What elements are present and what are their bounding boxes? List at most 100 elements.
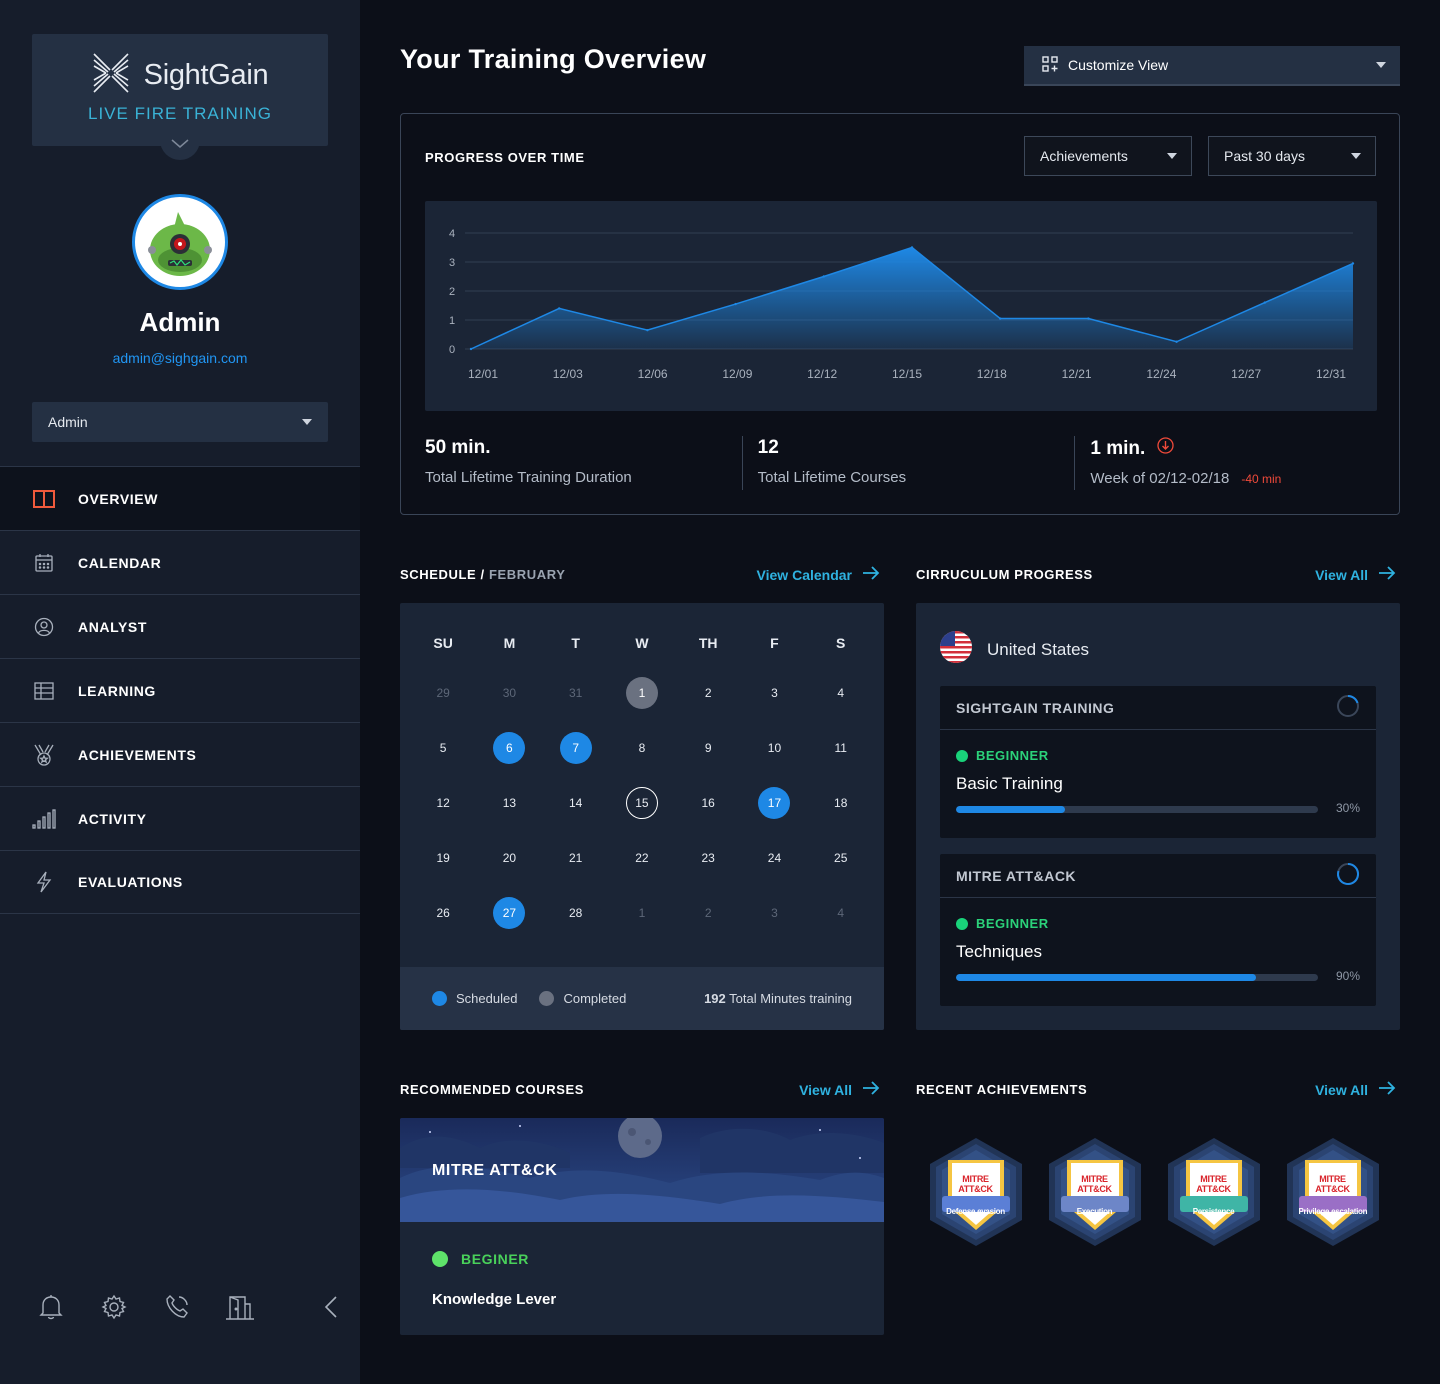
bell-icon[interactable] xyxy=(36,1292,66,1322)
calendar-day[interactable]: 3 xyxy=(758,897,790,929)
arrow-right-icon xyxy=(1378,1081,1396,1098)
stat-week: 1 min. Week of 02/12-02/18 -40 min xyxy=(1066,434,1399,492)
x-tick-label: 12/06 xyxy=(638,367,668,381)
calendar-day[interactable]: 9 xyxy=(692,732,724,764)
achievement-badge[interactable]: MITRE ATT&CK Persistence xyxy=(1154,1136,1273,1256)
track-sightgain-training[interactable]: SIGHTGAIN TRAINING BEGINNER Basic Traini… xyxy=(940,686,1376,838)
calendar-day[interactable]: 12 xyxy=(427,787,459,819)
x-tick-label: 12/09 xyxy=(722,367,752,381)
schedule-heading: SCHEDULE / FEBRUARY xyxy=(400,567,566,582)
calendar-icon xyxy=(32,551,56,575)
achievement-badge[interactable]: MITRE ATT&CK Defense evasion xyxy=(916,1136,1035,1256)
data-point[interactable] xyxy=(999,317,1002,320)
calendar-day[interactable]: 26 xyxy=(427,897,459,929)
door-icon[interactable] xyxy=(225,1292,255,1322)
role-select[interactable]: Admin xyxy=(32,402,328,442)
data-point[interactable] xyxy=(646,328,649,332)
data-point[interactable] xyxy=(734,302,737,306)
calendar-day[interactable]: 17 xyxy=(758,786,791,819)
gear-icon[interactable] xyxy=(99,1292,129,1322)
calendar-day[interactable]: 6 xyxy=(493,731,526,764)
data-point[interactable] xyxy=(1351,262,1355,265)
calendar-day[interactable]: 24 xyxy=(758,842,790,874)
nav-item-evaluations[interactable]: EVALUATIONS xyxy=(0,850,360,914)
stat-label: Week of 02/12-02/18 xyxy=(1090,470,1230,487)
calendar-day[interactable]: 2 xyxy=(692,897,724,929)
data-point[interactable] xyxy=(822,275,825,278)
calendar-day[interactable]: 13 xyxy=(493,787,525,819)
nav-item-activity[interactable]: ACTIVITY xyxy=(0,786,360,850)
stat-courses: 12 Total Lifetime Courses xyxy=(734,434,1067,492)
track-progress-bar xyxy=(956,806,1318,813)
nav-item-overview[interactable]: OVERVIEW xyxy=(0,466,360,530)
brand-expand-toggle[interactable] xyxy=(160,130,200,160)
legend-scheduled-label: Scheduled xyxy=(456,991,518,1006)
data-point[interactable] xyxy=(1175,340,1178,343)
calendar-day[interactable]: 14 xyxy=(560,787,592,819)
stat-delta: -40 min xyxy=(1241,472,1282,486)
calendar-day[interactable]: 5 xyxy=(427,732,459,764)
recommended-heading: RECOMMENDED COURSES xyxy=(400,1082,585,1097)
calendar-day[interactable]: 20 xyxy=(493,842,525,874)
calendar-day[interactable]: 1 xyxy=(626,897,658,929)
calendar-day[interactable]: 8 xyxy=(626,732,658,764)
phone-icon[interactable] xyxy=(162,1292,192,1322)
calendar-day[interactable]: 23 xyxy=(692,842,724,874)
data-point[interactable] xyxy=(469,347,473,351)
calendar-day[interactable]: 3 xyxy=(758,677,790,709)
calendar-day[interactable]: 4 xyxy=(825,897,857,929)
nav-item-analyst[interactable]: ANALYST xyxy=(0,594,360,658)
achievement-badge[interactable]: MITRE ATT&CK Execution xyxy=(1035,1136,1154,1256)
data-point[interactable] xyxy=(910,246,914,249)
nav-item-calendar[interactable]: CALENDAR xyxy=(0,530,360,594)
recommended-view-all-link[interactable]: View All xyxy=(799,1081,880,1098)
metric-select[interactable]: Achievements xyxy=(1024,136,1192,176)
recommended-course-card[interactable]: MITRE ATT&CK BEGINER Knowledge Lever xyxy=(400,1118,884,1335)
calendar-day[interactable]: 22 xyxy=(626,842,658,874)
calendar-day[interactable]: 7 xyxy=(559,731,592,764)
calendar-day[interactable]: 21 xyxy=(560,842,592,874)
course-level: BEGINER xyxy=(461,1251,529,1267)
curriculum-view-all-link[interactable]: View All xyxy=(1315,566,1396,583)
calendar-day[interactable]: 2 xyxy=(692,677,724,709)
calendar-day[interactable]: 1 xyxy=(625,676,658,709)
achievement-badge[interactable]: MITRE ATT&CK Privilege escalation xyxy=(1273,1136,1392,1256)
nav-item-learning[interactable]: LEARNING xyxy=(0,658,360,722)
weekday-label: T xyxy=(571,635,580,651)
avatar[interactable] xyxy=(132,194,228,290)
calendar-day[interactable]: 29 xyxy=(427,677,459,709)
achievements-view-all-link[interactable]: View All xyxy=(1315,1081,1396,1098)
robot-avatar-icon xyxy=(148,212,212,276)
chevron-left-icon[interactable] xyxy=(316,1292,346,1322)
weekday-label: W xyxy=(635,635,649,651)
calendar-day[interactable]: 31 xyxy=(560,677,592,709)
customize-view-button[interactable]: Customize View xyxy=(1024,46,1400,86)
table-icon xyxy=(32,679,56,703)
calendar-week-row: 12 13 14 15 16 17 18 xyxy=(410,775,874,830)
calendar-day[interactable]: 19 xyxy=(427,842,459,874)
view-calendar-link[interactable]: View Calendar xyxy=(757,566,880,583)
user-email-link[interactable]: admin@sighgain.com xyxy=(0,350,360,366)
calendar-week-row: 19 20 21 22 23 24 25 xyxy=(410,830,874,885)
nav-item-achievements[interactable]: ACHIEVEMENTS xyxy=(0,722,360,786)
data-point[interactable] xyxy=(1087,317,1090,320)
calendar-day[interactable]: 18 xyxy=(825,787,857,819)
data-point[interactable] xyxy=(1263,301,1266,304)
calendar-day[interactable]: 16 xyxy=(692,787,724,819)
calendar-day[interactable]: 4 xyxy=(825,677,857,709)
data-point[interactable] xyxy=(558,307,561,310)
x-tick-label: 12/03 xyxy=(553,367,583,381)
calendar-day[interactable]: 15 xyxy=(625,786,658,819)
calendar-day[interactable]: 10 xyxy=(758,732,790,764)
track-mitre-attack[interactable]: MITRE ATT&ACK BEGINNER Techniques 90% xyxy=(940,854,1376,1006)
country-name: United States xyxy=(987,639,1090,659)
range-select[interactable]: Past 30 days xyxy=(1208,136,1376,176)
calendar-day[interactable]: 11 xyxy=(825,732,857,764)
caret-down-icon xyxy=(1376,62,1386,68)
calendar-day[interactable]: 28 xyxy=(560,897,592,929)
calendar-day[interactable]: 27 xyxy=(493,896,526,929)
curriculum-panel: United States SIGHTGAIN TRAINING BEGINNE… xyxy=(916,603,1400,1030)
calendar-day[interactable]: 25 xyxy=(825,842,857,874)
view-all-label: View All xyxy=(1315,1081,1368,1098)
calendar-day[interactable]: 30 xyxy=(493,677,525,709)
